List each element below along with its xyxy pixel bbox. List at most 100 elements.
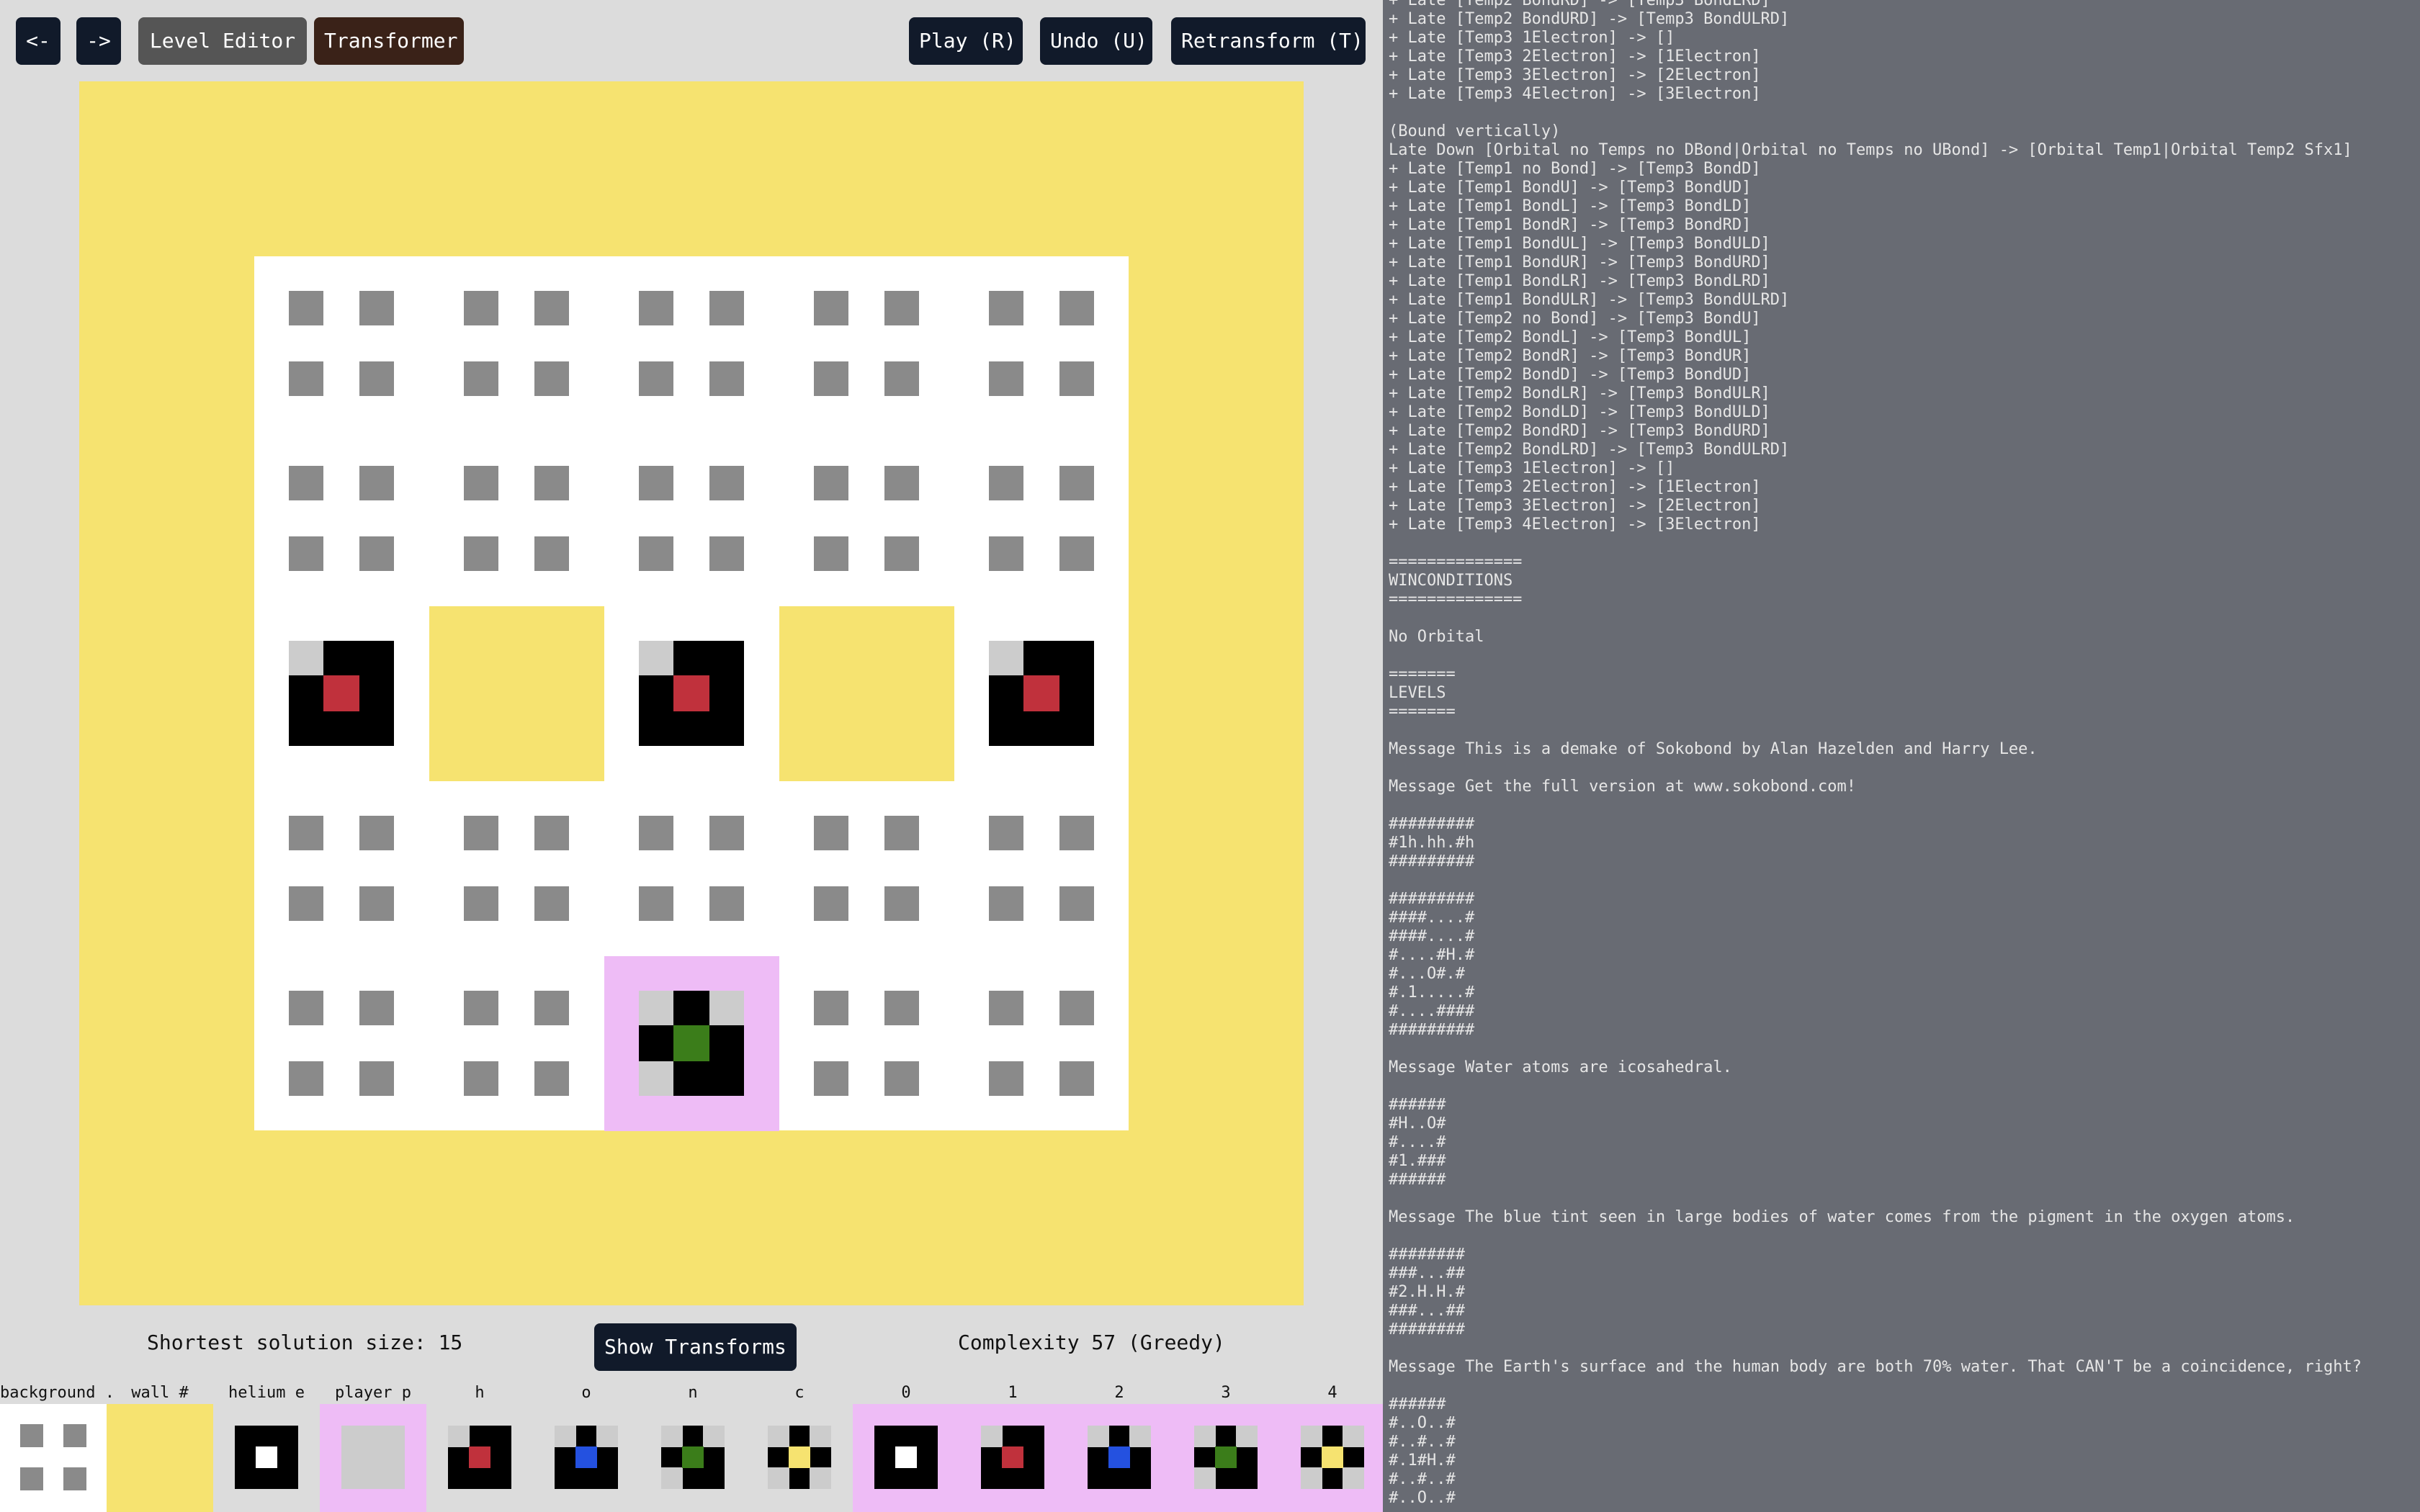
- atom-orbital-corner: [768, 1467, 789, 1489]
- atom-3-icon[interactable]: [1173, 1404, 1279, 1512]
- atom-orbital-corner: [709, 991, 744, 1025]
- floor-dot: [464, 991, 498, 1025]
- transformer-button[interactable]: Transformer: [314, 17, 464, 65]
- floor-dot: [534, 886, 569, 921]
- play-button[interactable]: Play (R): [909, 17, 1023, 65]
- floor-dot: [814, 361, 848, 396]
- floor-dot: [884, 466, 919, 500]
- code-panel[interactable]: + Late [Temp2 BondRD] -> [Temp3 BondLRD]…: [1383, 0, 2420, 1512]
- floor-dot: [814, 886, 848, 921]
- floor-dot: [709, 361, 744, 396]
- floor-dot: [359, 991, 394, 1025]
- floor-dot: [63, 1424, 86, 1447]
- atom-0-icon[interactable]: [853, 1404, 959, 1512]
- background-icon[interactable]: [0, 1404, 107, 1512]
- floor-dot: [289, 1061, 323, 1096]
- atom-1-icon[interactable]: [959, 1404, 1066, 1512]
- floor-dot: [709, 536, 744, 571]
- floor-dot: [884, 536, 919, 571]
- floor-dot: [63, 1467, 86, 1490]
- show-transforms-button[interactable]: Show Transforms: [594, 1323, 797, 1371]
- floor-dot: [814, 466, 848, 500]
- floor-dot: [709, 816, 744, 850]
- carbon-icon[interactable]: [746, 1404, 853, 1512]
- level-floor: [254, 256, 1129, 1131]
- atom-core: [1108, 1446, 1130, 1468]
- atom-orbital-corner: [1194, 1467, 1216, 1489]
- floor-dot: [464, 536, 498, 571]
- atom-orbital-corner: [768, 1426, 789, 1447]
- palette-label: n: [688, 1384, 698, 1402]
- floor-dot: [464, 816, 498, 850]
- script-text[interactable]: + Late [Temp2 BondRD] -> [Temp3 BondLRD]…: [1389, 0, 2362, 1508]
- undo-button[interactable]: Undo (U): [1040, 17, 1152, 65]
- floor-dot: [814, 536, 848, 571]
- floor-dot: [1059, 886, 1094, 921]
- floor-dot: [20, 1467, 43, 1490]
- floor-dot: [534, 1061, 569, 1096]
- atom-orbital-corner: [555, 1426, 576, 1447]
- floor-dot: [639, 536, 673, 571]
- hydrogen-core: [1023, 675, 1059, 711]
- level-editor-button[interactable]: Level Editor: [138, 17, 307, 65]
- floor-dot: [289, 536, 323, 571]
- floor-dot: [1059, 1061, 1094, 1096]
- atom-orbital-corner: [639, 991, 673, 1025]
- floor-dot: [709, 291, 744, 325]
- atom-orbital-corner: [810, 1426, 831, 1447]
- floor-dot: [989, 816, 1023, 850]
- floor-dot: [464, 291, 498, 325]
- helium-icon[interactable]: [213, 1404, 320, 1512]
- helium-core: [256, 1446, 277, 1468]
- forward-button[interactable]: ->: [76, 17, 121, 65]
- floor-dot: [989, 886, 1023, 921]
- game-board[interactable]: [79, 81, 1304, 1305]
- back-button[interactable]: <-: [16, 17, 60, 65]
- palette-label: 2: [1114, 1384, 1124, 1402]
- atom-core: [1322, 1446, 1343, 1468]
- floor-dot: [534, 991, 569, 1025]
- nitrogen-icon[interactable]: [640, 1404, 746, 1512]
- atom-orbital-corner: [661, 1467, 683, 1489]
- floor-dot: [359, 886, 394, 921]
- floor-dot: [289, 466, 323, 500]
- hydrogen-icon[interactable]: [426, 1404, 533, 1512]
- palette-label: helium e: [228, 1384, 305, 1402]
- retransform-button[interactable]: Retransform (T): [1171, 17, 1366, 65]
- floor-dot: [639, 361, 673, 396]
- palette-label: wall #: [131, 1384, 189, 1402]
- atom-orbital-corner: [1194, 1426, 1216, 1447]
- oxygen-icon[interactable]: [533, 1404, 640, 1512]
- wall-icon[interactable]: [107, 1404, 213, 1512]
- floor-dot: [884, 1061, 919, 1096]
- floor-dot: [639, 886, 673, 921]
- floor-dot: [1059, 291, 1094, 325]
- atom-orbital-corner: [1301, 1426, 1322, 1447]
- atom-orbital-corner: [448, 1426, 470, 1447]
- floor-dot: [359, 536, 394, 571]
- floor-dot: [989, 1061, 1023, 1096]
- floor-dot: [534, 291, 569, 325]
- floor-dot: [289, 991, 323, 1025]
- wall-cell: [779, 606, 954, 781]
- floor-dot: [289, 886, 323, 921]
- atom-orbital-corner: [1343, 1426, 1364, 1447]
- atom-orbital-corner: [1088, 1426, 1109, 1447]
- atom-4-icon[interactable]: [1279, 1404, 1383, 1512]
- floor-dot: [359, 816, 394, 850]
- floor-dot: [814, 816, 848, 850]
- wall-cell: [429, 606, 604, 781]
- floor-dot: [534, 361, 569, 396]
- floor-dot: [289, 361, 323, 396]
- floor-dot: [814, 291, 848, 325]
- floor-dot: [1059, 361, 1094, 396]
- atom-orbital-corner: [289, 641, 323, 675]
- floor-dot: [359, 291, 394, 325]
- floor-dot: [359, 361, 394, 396]
- palette-label: h: [475, 1384, 485, 1402]
- atom-core: [789, 1446, 810, 1468]
- floor-dot: [1059, 991, 1094, 1025]
- atom-2-icon[interactable]: [1066, 1404, 1173, 1512]
- atom-core: [895, 1446, 917, 1468]
- player-icon[interactable]: [320, 1404, 426, 1512]
